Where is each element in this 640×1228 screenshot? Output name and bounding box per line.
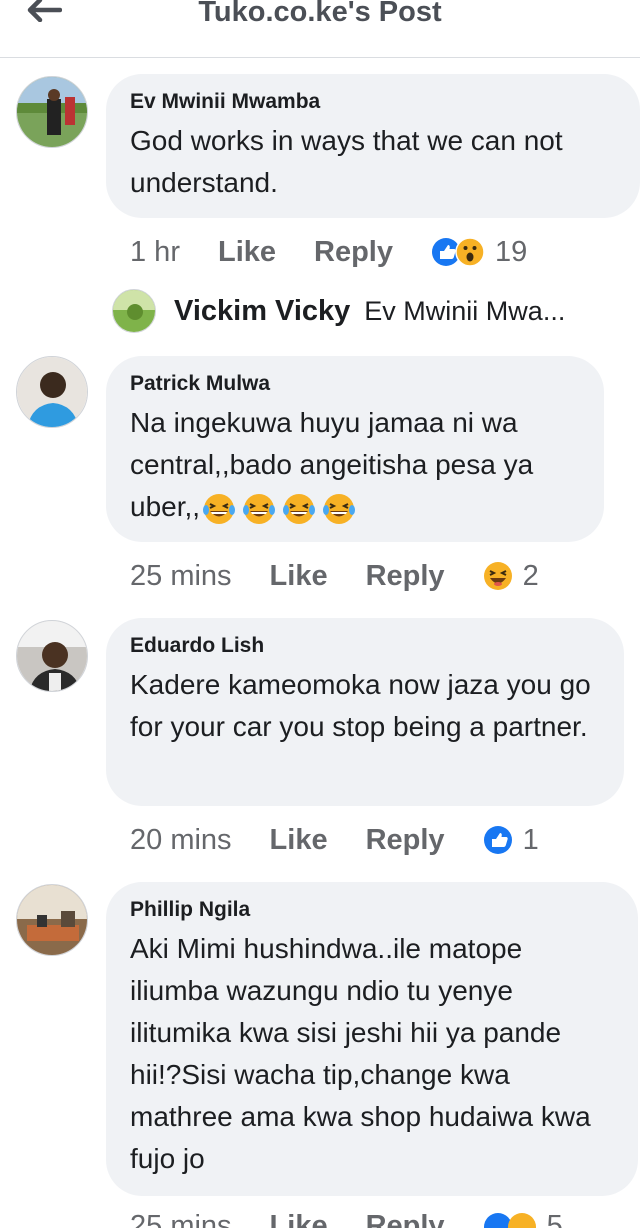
reply-text: Ev Mwinii Mwa... [364, 295, 566, 326]
comment-author[interactable]: Patrick Mulwa [130, 372, 584, 396]
avatar[interactable] [16, 884, 88, 956]
comment-bubble: Patrick Mulwa Na ingekuwa huyu jamaa ni … [106, 356, 604, 542]
emoji-group [202, 492, 356, 526]
laughing-tears-emoji-icon [242, 492, 276, 526]
comment-text: God works in ways that we can not unders… [130, 125, 563, 198]
laughing-tears-emoji-icon [322, 492, 356, 526]
reactions-summary[interactable]: 5 [483, 1210, 563, 1228]
comment-author[interactable]: Ev Mwinii Mwamba [130, 90, 620, 114]
comment-actions: 20 mins Like Reply 1 [130, 820, 539, 860]
reply-button[interactable]: Reply [366, 824, 445, 857]
reactions-summary[interactable]: 1 [483, 824, 539, 857]
like-button[interactable]: Like [270, 824, 328, 857]
laughing-tears-emoji-icon [282, 492, 316, 526]
like-button[interactable]: Like [270, 560, 328, 593]
comment-actions: 25 mins Like Reply 2 [130, 556, 539, 596]
reply-button[interactable]: Reply [314, 236, 393, 269]
like-button[interactable]: Like [218, 236, 276, 269]
reply-author: Vickim Vicky [174, 294, 351, 327]
reaction-count: 5 [546, 1210, 563, 1228]
comment-time[interactable]: 25 mins [130, 1210, 232, 1228]
page-title: Tuko.co.ke's Post [198, 0, 442, 28]
haha-reaction-icon [507, 1212, 537, 1228]
haha-reaction-icon [483, 561, 513, 591]
reply-preview[interactable]: Vickim Vicky Ev Mwinii Mwa... [112, 288, 632, 334]
like-button[interactable]: Like [270, 1210, 328, 1228]
reply-button[interactable]: Reply [366, 560, 445, 593]
comment-bubble: Eduardo Lish Kadere kameomoka now jaza y… [106, 618, 624, 806]
comment-text: Na ingekuwa huyu jamaa ni wa central,,ba… [130, 402, 584, 528]
comment-time[interactable]: 1 hr [130, 236, 180, 269]
reactions-summary[interactable]: 19 [431, 236, 527, 269]
avatar [112, 289, 156, 333]
like-reaction-icon [483, 825, 513, 855]
comment-text: Kadere kameomoka now jaza you go for you… [130, 669, 591, 742]
comment-actions: 1 hr Like Reply 19 [130, 232, 527, 272]
comment-author[interactable]: Phillip Ngila [130, 898, 618, 922]
avatar[interactable] [16, 620, 88, 692]
laughing-tears-emoji-icon [202, 492, 236, 526]
reaction-count: 2 [522, 559, 539, 592]
comment-author[interactable]: Eduardo Lish [130, 634, 604, 658]
comment-text: Aki Mimi hushindwa..ile matope iliumba w… [130, 933, 591, 1174]
avatar[interactable] [16, 356, 88, 428]
reaction-count: 19 [495, 235, 528, 268]
comment-time[interactable]: 25 mins [130, 560, 232, 593]
comment-bubble: Phillip Ngila Aki Mimi hushindwa..ile ma… [106, 882, 638, 1196]
comment-bubble: Ev Mwinii Mwamba God works in ways that … [106, 74, 640, 218]
avatar[interactable] [16, 76, 88, 148]
reactions-summary[interactable]: 2 [483, 560, 539, 593]
comment-time[interactable]: 20 mins [130, 824, 232, 857]
reaction-count: 1 [522, 823, 539, 856]
reply-button[interactable]: Reply [366, 1210, 445, 1228]
top-bar: Tuko.co.ke's Post [0, 0, 640, 58]
wow-reaction-icon [455, 237, 485, 267]
comment-actions-partial: 25 mins Like Reply 5 [0, 1208, 640, 1228]
